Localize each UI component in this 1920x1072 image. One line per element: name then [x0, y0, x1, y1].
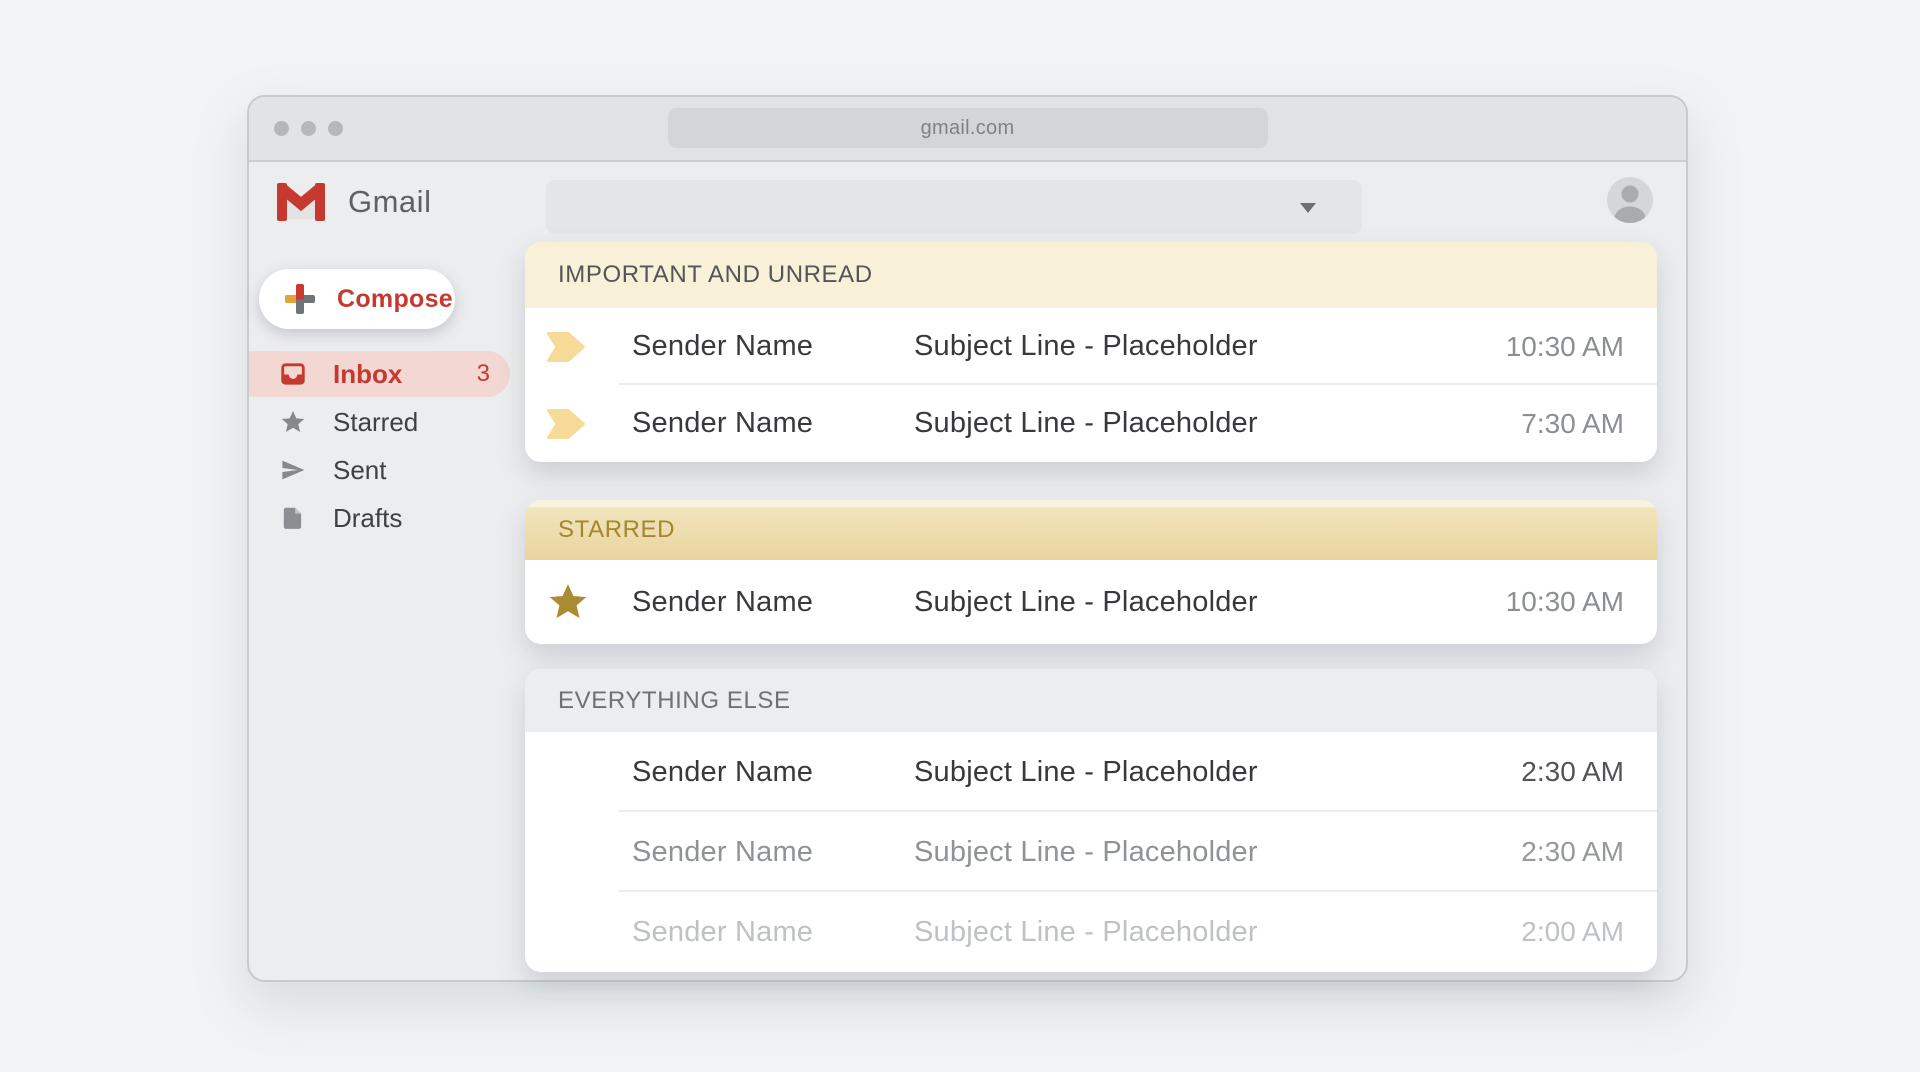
brand-name: Gmail [348, 184, 431, 220]
section-card-starred: STARRED Sender Name Subject Line - Place… [525, 500, 1657, 644]
section-title: STARRED [558, 516, 675, 544]
search-input[interactable] [546, 180, 1362, 234]
email-subject: Subject Line - Placeholder [914, 330, 1506, 363]
browser-window: gmail.com Gmail Compos [247, 95, 1688, 982]
section-title: IMPORTANT AND UNREAD [558, 261, 873, 289]
email-subject: Subject Line - Placeholder [914, 586, 1506, 619]
email-time: 7:30 AM [1521, 408, 1624, 440]
gmail-logo-icon [277, 183, 325, 221]
sidebar-item-label: Inbox [333, 359, 402, 390]
sidebar-item-label: Starred [333, 407, 418, 438]
email-sender: Sender Name [632, 407, 914, 440]
email-time: 2:30 AM [1521, 836, 1624, 868]
importance-marker-icon[interactable] [547, 409, 585, 439]
person-icon [1607, 177, 1653, 223]
plus-icon [285, 284, 315, 314]
email-time: 2:30 AM [1521, 756, 1624, 788]
window-control-dot[interactable] [274, 121, 289, 136]
section-header: IMPORTANT AND UNREAD [525, 242, 1657, 308]
search-dropdown-caret-icon[interactable] [1300, 203, 1316, 213]
email-row[interactable]: Sender Name Subject Line - Placeholder 7… [525, 385, 1657, 462]
email-row[interactable]: Sender Name Subject Line - Placeholder 1… [525, 560, 1657, 644]
star-icon [280, 409, 306, 435]
email-time: 2:00 AM [1521, 916, 1624, 948]
email-subject: Subject Line - Placeholder [914, 407, 1521, 440]
email-subject: Subject Line - Placeholder [914, 916, 1521, 949]
section-title: EVERYTHING ELSE [558, 687, 791, 715]
desktop-background: gmail.com Gmail Compos [0, 0, 1920, 1072]
section-card-everything-else: EVERYTHING ELSE Sender Name Subject Line… [525, 669, 1657, 972]
compose-button[interactable]: Compose [259, 269, 455, 329]
email-sender: Sender Name [632, 916, 914, 949]
email-sender: Sender Name [632, 586, 914, 619]
profile-avatar[interactable] [1607, 177, 1653, 223]
email-subject: Subject Line - Placeholder [914, 836, 1521, 869]
sidebar-item-starred[interactable]: Starred [249, 399, 510, 445]
sidebar-item-label: Sent [333, 455, 387, 486]
email-sender: Sender Name [632, 836, 914, 869]
importance-marker-icon[interactable] [547, 332, 585, 362]
email-row[interactable]: Sender Name Subject Line - Placeholder 1… [525, 308, 1657, 385]
compose-label: Compose [337, 285, 453, 314]
sidebar-item-drafts[interactable]: Drafts [249, 495, 510, 541]
sidebar-item-inbox[interactable]: Inbox 3 [249, 351, 510, 397]
inbox-unread-count: 3 [477, 360, 490, 388]
section-card-important: IMPORTANT AND UNREAD Sender Name Subject… [525, 242, 1657, 462]
sidebar-item-sent[interactable]: Sent [249, 447, 510, 493]
gmail-logo: Gmail [277, 183, 431, 221]
email-subject: Subject Line - Placeholder [914, 756, 1521, 789]
sidebar-item-label: Drafts [333, 503, 402, 534]
email-time: 10:30 AM [1506, 331, 1624, 363]
email-row[interactable]: Sender Name Subject Line - Placeholder 2… [525, 812, 1657, 892]
address-bar[interactable]: gmail.com [668, 108, 1268, 148]
email-row[interactable]: Sender Name Subject Line - Placeholder 2… [525, 892, 1657, 972]
email-row[interactable]: Sender Name Subject Line - Placeholder 2… [525, 732, 1657, 812]
send-icon [280, 457, 306, 483]
sidebar-nav: Inbox 3 Starred Sent Drafts [249, 351, 510, 543]
section-header: STARRED [525, 500, 1657, 560]
star-icon[interactable] [547, 581, 589, 623]
inbox-icon [280, 361, 306, 387]
drafts-icon [280, 505, 306, 531]
address-bar-url: gmail.com [921, 117, 1015, 140]
email-time: 10:30 AM [1506, 586, 1624, 618]
browser-titlebar: gmail.com [249, 97, 1686, 162]
section-header: EVERYTHING ELSE [525, 669, 1657, 732]
window-control-dot[interactable] [328, 121, 343, 136]
window-control-dot[interactable] [301, 121, 316, 136]
window-controls [274, 121, 343, 136]
email-sender: Sender Name [632, 756, 914, 789]
email-sender: Sender Name [632, 330, 914, 363]
